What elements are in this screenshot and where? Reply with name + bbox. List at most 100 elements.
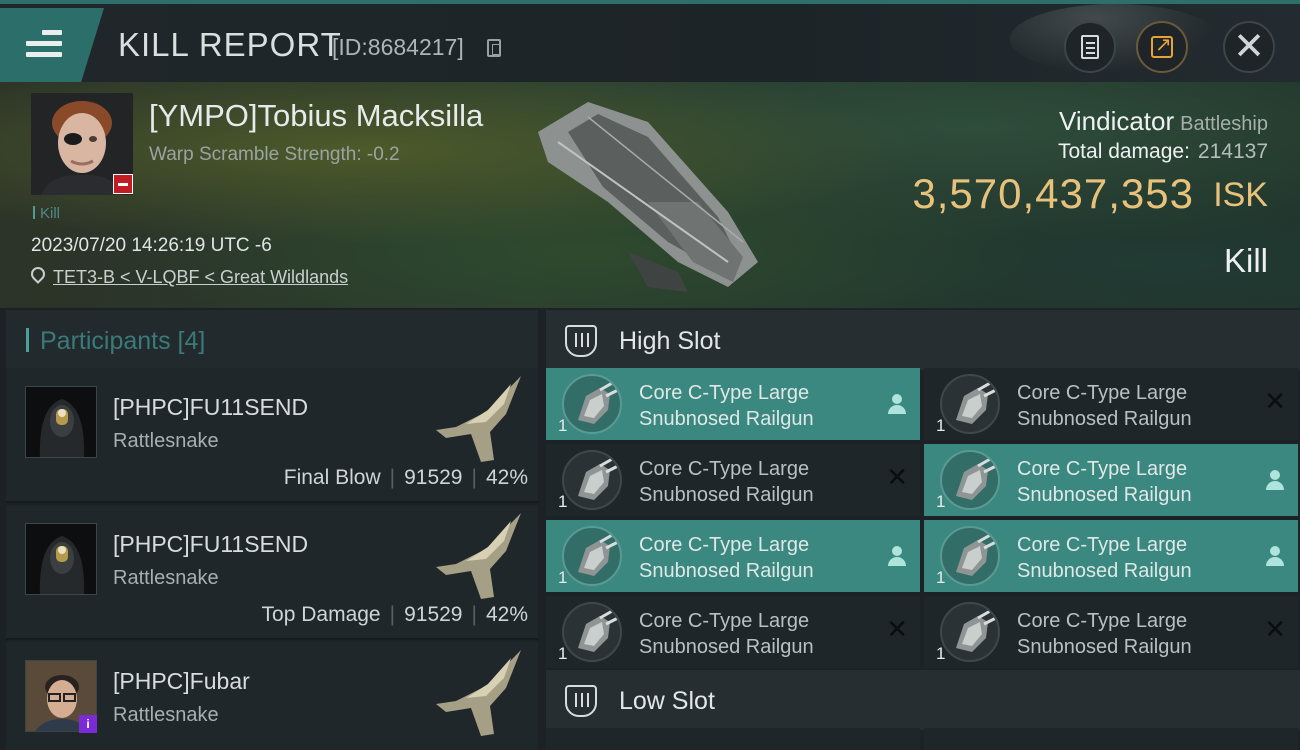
module-quantity: 1 xyxy=(936,416,946,435)
module-name-line1: Core C-Type Large xyxy=(1017,610,1188,632)
menu-icon xyxy=(26,30,62,58)
participants-panel: Participants [4] [PHPC]FU11SEND Rattlesn… xyxy=(0,308,540,750)
module-name-line2: Snubnosed Railgun xyxy=(1017,560,1192,582)
participant-row[interactable]: [PHPC]FU11SEND Rattlesnake Top Damage | 91… xyxy=(6,505,538,640)
clipboard-icon xyxy=(1081,35,1099,59)
participant-name: [PHPC]Fubar xyxy=(113,668,250,694)
x-icon: ✕ xyxy=(1264,614,1286,644)
module-name: Core C-Type Large Snubnosed Railgun xyxy=(639,456,814,508)
x-icon: ✕ xyxy=(886,462,908,492)
module-quantity: 1 xyxy=(936,644,946,663)
module-quantity: 1 xyxy=(558,416,568,435)
module-quantity: 1 xyxy=(558,492,568,511)
module-name-line2: Snubnosed Railgun xyxy=(1017,636,1192,658)
info-badge: i xyxy=(79,715,97,733)
victim-name[interactable]: [YMPO]Tobius Macksilla xyxy=(149,98,483,134)
high-slot-module[interactable]: 1 Core C-Type Large Snubnosed Railgun xyxy=(546,520,920,592)
participants-header[interactable]: Participants [4] xyxy=(6,310,538,368)
module-name: Core C-Type Large Snubnosed Railgun xyxy=(639,608,814,660)
participant-row[interactable]: i [PHPC]Fubar Rattlesnake xyxy=(6,642,538,750)
module-name-line2: Snubnosed Railgun xyxy=(639,636,814,658)
participant-percent: 42% xyxy=(485,466,528,489)
participant-portrait xyxy=(25,386,97,458)
module-name: Core C-Type Large Snubnosed Railgun xyxy=(1017,532,1192,584)
high-slot-module[interactable]: 1 Core C-Type Large Snubnosed Railgun ✕ xyxy=(924,368,1298,440)
victim-ship[interactable]: Vindicator Battleship xyxy=(1059,106,1268,137)
close-button[interactable]: ✕ xyxy=(1223,21,1275,73)
high-slot-module[interactable]: 1 Core C-Type Large Snubnosed Railgun ✕ xyxy=(924,596,1298,668)
participant-name: [PHPC]FU11SEND xyxy=(113,394,309,420)
top-bar: KILL REPORT [ID:8684217] ✕ xyxy=(0,0,1300,82)
module-name-line2: Snubnosed Railgun xyxy=(639,408,814,430)
location-pin-icon xyxy=(28,264,48,284)
high-slot-module[interactable]: 1 Core C-Type Large Snubnosed Railgun xyxy=(546,368,920,440)
victim-ship-image xyxy=(538,102,758,292)
participant-ship: Rattlesnake xyxy=(113,704,219,726)
participants-title: Participants [4] xyxy=(26,327,205,356)
participant-ship: Rattlesnake xyxy=(113,567,219,589)
module-name: Core C-Type Large Snubnosed Railgun xyxy=(1017,608,1192,660)
participant-role: Top Damage xyxy=(261,603,381,626)
menu-button[interactable] xyxy=(0,8,104,82)
fitting-panel: High Slot 1 Core C-Type Large Snubnosed Ra… xyxy=(540,308,1300,750)
module-name-line2: Snubnosed Railgun xyxy=(639,560,814,582)
low-slot-title: Low Slot xyxy=(619,687,715,715)
total-damage-value: 214137 xyxy=(1197,140,1268,163)
module-quantity: 1 xyxy=(558,644,568,663)
kill-tag: Kill xyxy=(33,205,60,222)
destroyed-badge xyxy=(113,174,133,194)
participant-damage: 91529 xyxy=(404,466,463,489)
railgun-icon xyxy=(562,450,622,510)
railgun-icon xyxy=(940,602,1000,662)
location-link[interactable]: TET3-B < V-LQBF < Great Wildlands xyxy=(53,267,348,288)
copy-id-icon[interactable] xyxy=(487,39,501,57)
report-id: [ID:8684217] xyxy=(332,34,464,60)
low-slot-header: Low Slot xyxy=(546,670,1300,730)
railgun-icon xyxy=(940,526,1000,586)
high-slot-module[interactable]: 1 Core C-Type Large Snubnosed Railgun xyxy=(924,520,1298,592)
share-button[interactable] xyxy=(1136,21,1188,73)
module-name-line2: Snubnosed Railgun xyxy=(1017,408,1192,430)
module-name-line1: Core C-Type Large xyxy=(639,382,810,404)
participant-ship-image xyxy=(436,650,521,736)
participant-percent: 42% xyxy=(485,603,528,626)
low-slot-icon xyxy=(565,685,597,717)
participant-role: Final Blow xyxy=(283,466,381,489)
page-title: KILL REPORT xyxy=(118,26,342,63)
module-name: Core C-Type Large Snubnosed Railgun xyxy=(1017,380,1192,432)
ship-name: Vindicator xyxy=(1059,106,1175,136)
high-slot-icon xyxy=(565,325,597,357)
railgun-icon xyxy=(940,374,1000,434)
clipboard-button[interactable] xyxy=(1064,21,1116,73)
high-slot-module[interactable]: 1 Core C-Type Large Snubnosed Railgun xyxy=(924,444,1298,516)
warp-scramble-strength: Warp Scramble Strength: -0.2 xyxy=(149,144,400,165)
low-slot-module[interactable] xyxy=(924,728,1298,750)
isk-value: 3,570,437,353 xyxy=(912,170,1194,217)
person-icon xyxy=(888,394,906,414)
module-quantity: 1 xyxy=(558,568,568,587)
module-name-line2: Snubnosed Railgun xyxy=(1017,484,1192,506)
participant-ship: Rattlesnake xyxy=(113,430,219,452)
participant-ship-image xyxy=(436,513,521,599)
isk-unit: ISK xyxy=(1213,176,1268,214)
kill-datetime: 2023/07/20 14:26:19 UTC -6 xyxy=(31,235,272,256)
high-slot-module[interactable]: 1 Core C-Type Large Snubnosed Railgun ✕ xyxy=(546,444,920,516)
module-name-line1: Core C-Type Large xyxy=(639,610,810,632)
high-slot-module[interactable]: 1 Core C-Type Large Snubnosed Railgun ✕ xyxy=(546,596,920,668)
module-name-line1: Core C-Type Large xyxy=(639,534,810,556)
module-name: Core C-Type Large Snubnosed Railgun xyxy=(1017,456,1192,508)
module-quantity: 1 xyxy=(936,568,946,587)
result-label: Kill xyxy=(1223,242,1268,279)
person-icon xyxy=(1266,470,1284,490)
module-name: Core C-Type Large Snubnosed Railgun xyxy=(639,380,814,432)
participant-stats: Final Blow | 91529 | 42% xyxy=(283,466,528,489)
share-icon xyxy=(1151,32,1173,58)
participant-row[interactable]: [PHPC]FU11SEND Rattlesnake Final Blow | 91… xyxy=(6,368,538,503)
low-slot-module[interactable] xyxy=(546,728,920,750)
participant-name: [PHPC]FU11SEND xyxy=(113,531,309,557)
module-quantity: 1 xyxy=(936,492,946,511)
victim-banner: [YMPO]Tobius Macksilla Warp Scramble Str… xyxy=(0,82,1300,308)
module-name: Core C-Type Large Snubnosed Railgun xyxy=(639,532,814,584)
high-slot-title: High Slot xyxy=(619,327,721,355)
x-icon: ✕ xyxy=(886,614,908,644)
